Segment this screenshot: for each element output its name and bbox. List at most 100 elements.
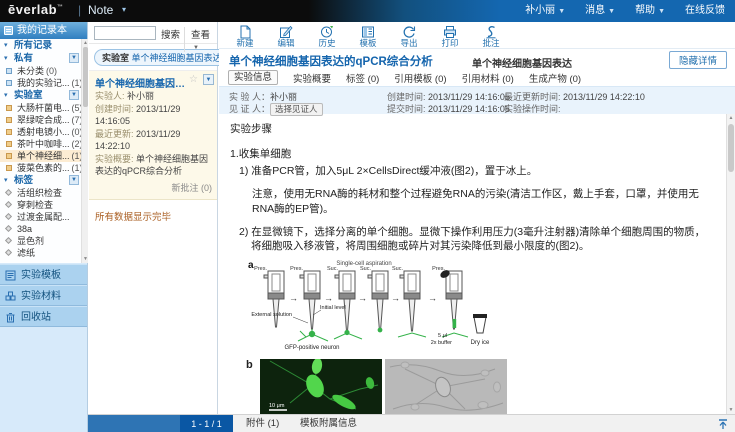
step1-note: 注意，使用无RNA酶的耗材和整个过程避免RNA的污染(清洁工作区，戴上手套，口罩…	[230, 186, 714, 216]
content-scrollbar[interactable]: ▲ ▼	[726, 114, 735, 414]
step1-1: 1) 准备PCR管，加入5μL 2×CellsDirect缓冲液(图2)，置于冰…	[230, 163, 714, 178]
template-attached-info-tab[interactable]: 模板附属信息	[300, 415, 357, 432]
sidebar-item-lab-5-selected[interactable]: 单个神经细...(1)	[0, 150, 81, 162]
sidebar-item-templates[interactable]: 实验模板	[0, 264, 87, 285]
experiment-title: 单个神经细胞基因表达的qPCR综合分析	[229, 53, 433, 69]
tag-icon	[5, 213, 12, 220]
star-icon[interactable]: ☆	[189, 74, 198, 85]
annotate-button[interactable]: 批注	[476, 24, 506, 48]
attachments-tab[interactable]: 附件 (1)	[246, 415, 279, 432]
sidebar-header-my-notebooks[interactable]: 我的记录本	[0, 22, 87, 39]
card-dropdown-icon[interactable]: ▼	[203, 74, 214, 85]
sidebar-scrollbar[interactable]: ▲ ▼	[81, 39, 88, 263]
sidebar-tree: ▾所有记录 ▾私有▼ 未分类(0) 我的实验记...(1) ▾实验室▼ 大肠杆菌…	[0, 39, 81, 263]
sidebar-tag-3[interactable]: 过渡金属配...	[0, 211, 81, 223]
template-button[interactable]: 模板	[353, 24, 383, 48]
sidebar-tag-6[interactable]: 滤纸	[0, 247, 81, 259]
history-button[interactable]: 历史	[312, 24, 342, 48]
scroll-down-icon[interactable]: ▼	[82, 256, 89, 262]
sidebar-item-lab-3[interactable]: 透射电镜小...(0)	[0, 126, 81, 138]
experiment-icon	[6, 129, 12, 135]
search-button[interactable]: 搜索	[161, 27, 180, 41]
sidebar-tag-4[interactable]: 38a	[0, 223, 81, 235]
sidebar-item-lab-1[interactable]: 大肠杆菌电...(5)	[0, 102, 81, 114]
export-button[interactable]: 导出	[394, 24, 424, 48]
sidebar-item-uncategorized[interactable]: 未分类(0)	[0, 65, 81, 77]
sidebar-item-recycle-bin[interactable]: 回收站	[0, 306, 87, 327]
bottom-bar: 1 - 1 / 1 附件 (1) 模板附属信息	[88, 414, 735, 432]
tab-referenced-templates[interactable]: 引用模板 (0)	[394, 71, 446, 85]
annotate-icon	[484, 25, 498, 39]
print-button[interactable]: 打印	[435, 24, 465, 48]
new-doc-icon	[238, 25, 252, 39]
scroll-up-icon[interactable]: ▲	[82, 40, 89, 46]
svg-text:→: →	[428, 293, 437, 303]
sidebar-item-my-experiments[interactable]: 我的实验记...(1)	[0, 77, 81, 89]
dry-ice-label: Dry ice	[471, 340, 490, 346]
svg-text:→: →	[391, 293, 400, 303]
user-menu[interactable]: 补小丽▼	[525, 0, 565, 22]
experiment-icon	[6, 105, 12, 111]
sidebar-item-materials[interactable]: 实验材料	[0, 285, 87, 306]
all-data-loaded-text: 所有数据显示完毕	[89, 200, 217, 232]
sidebar-section-tags[interactable]: ▾标签▼	[0, 174, 81, 187]
scroll-down-icon[interactable]: ▼	[727, 407, 735, 413]
chevron-down-icon: ▼	[193, 45, 199, 51]
template-icon	[5, 270, 16, 281]
svg-text:2x buffer: 2x buffer	[431, 340, 452, 346]
experiment-card[interactable]: 单个神经细胞基因表达... ☆ ▼ 实验人: 补小丽 创建时间: 2013/11…	[89, 71, 217, 200]
annotation-link[interactable]: 新批注 (0)	[95, 181, 212, 194]
svg-text:a: a	[248, 260, 254, 271]
help-menu[interactable]: 帮助▼	[635, 0, 665, 22]
sidebar-item-all-records[interactable]: ▾所有记录	[0, 39, 81, 52]
sidebar-tag-5[interactable]: 显色剂	[0, 235, 81, 247]
scrollbar-thumb[interactable]	[728, 124, 734, 172]
scrollbar-thumb[interactable]	[83, 47, 88, 107]
experiment-icon	[6, 165, 12, 171]
edit-button[interactable]: 编辑	[271, 24, 301, 48]
notebook-icon	[6, 68, 12, 74]
tab-referenced-materials[interactable]: 引用材料 (0)	[462, 71, 514, 85]
hide-details-button[interactable]: 隐藏详情	[669, 51, 727, 69]
sidebar-tag-1[interactable]: 活组织检查	[0, 187, 81, 199]
search-input[interactable]	[94, 26, 156, 40]
feedback-link[interactable]: 在线反馈	[685, 0, 725, 22]
tab-experiment-info[interactable]: 实验信息	[228, 70, 278, 85]
experiment-icon	[6, 117, 12, 123]
step1-2: 2) 在显微镜下，选择分离的单个细胞。显微下操作利用压力(3毫升注射器)清除单个…	[230, 225, 714, 253]
tag-icon	[5, 189, 12, 196]
back-to-top-icon[interactable]	[717, 418, 729, 430]
sidebar-tag-2[interactable]: 穿刺检查	[0, 199, 81, 211]
chevron-down-icon: ▼	[558, 8, 565, 15]
scroll-up-icon[interactable]: ▲	[727, 115, 735, 121]
svg-text:Pres.: Pres.	[254, 266, 267, 272]
messages-menu[interactable]: 消息▼	[585, 0, 615, 22]
tab-experiment-summary[interactable]: 实验概要	[293, 71, 331, 85]
detail-panel: 新建 编辑 历史 模板 导出 打印	[219, 22, 735, 414]
chevron-down-icon: ▼	[658, 8, 665, 15]
sidebar-item-lab-4[interactable]: 茶叶中咖啡...(2)	[0, 138, 81, 150]
card-summary: 实验概要: 单个神经细胞基因表达的qPCR综合分析	[95, 153, 212, 178]
sidebar-section-private[interactable]: ▾私有▼	[0, 52, 81, 65]
pagination-bar	[88, 415, 180, 432]
tab-tags[interactable]: 标签 (0)	[346, 71, 379, 85]
figure-a-aspiration-diagram: a Single-cell aspiration Pres. Pr	[246, 257, 498, 352]
sidebar-item-lab-2[interactable]: 翠绿啶合成...(7)	[0, 114, 81, 126]
sidebar-section-laboratory[interactable]: ▾实验室▼	[0, 89, 81, 102]
section-dropdown-icon[interactable]: ▼	[69, 53, 79, 63]
initial-level-label: Initial level	[320, 305, 346, 311]
tab-generated-products[interactable]: 生成产物 (0)	[529, 71, 581, 85]
sidebar-item-lab-6[interactable]: 菠菜色素的...(1)	[0, 162, 81, 174]
figure-2: a Single-cell aspiration Pres. Pr	[246, 257, 714, 414]
top-menu: 补小丽▼ 消息▼ 帮助▼ 在线反馈	[525, 0, 725, 22]
triangle-down-icon: ▾	[4, 52, 8, 65]
product-chevron-down-icon[interactable]: ▾	[122, 5, 126, 14]
experiment-card-title[interactable]: 单个神经细胞基因表达...	[95, 75, 191, 90]
steps-heading: 实验步骤	[230, 121, 714, 136]
new-button[interactable]: 新建	[230, 24, 260, 48]
section-dropdown-icon[interactable]: ▼	[69, 175, 79, 185]
export-icon	[402, 25, 416, 39]
view-dropdown[interactable]: 查看▼	[184, 27, 217, 52]
notebook-icon	[6, 80, 12, 86]
section-dropdown-icon[interactable]: ▼	[69, 90, 79, 100]
